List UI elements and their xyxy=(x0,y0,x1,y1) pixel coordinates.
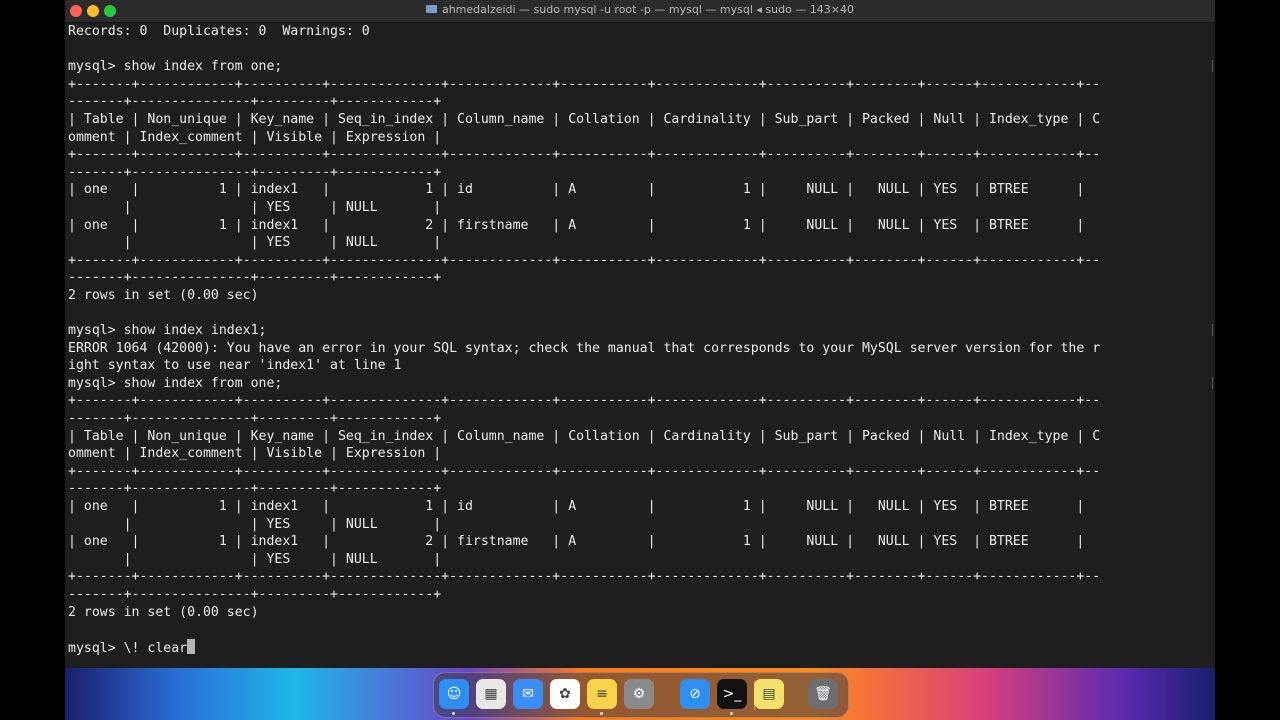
terminal-line: | | YES | NULL | xyxy=(68,551,442,567)
launchpad-icon[interactable]: ▦ xyxy=(476,679,506,709)
terminal-line: | | YES | NULL | xyxy=(68,235,442,251)
terminal-line: +-------+------------+----------+-------… xyxy=(68,76,1101,92)
safari-icon[interactable]: ⊘ xyxy=(680,679,710,709)
terminal-line: | | YES | NULL | xyxy=(68,199,442,215)
terminal-line: 2 rows in set (0.00 sec) xyxy=(68,604,259,620)
text-cursor xyxy=(187,638,196,654)
terminal-line: -------+---------------+---------+------… xyxy=(68,164,442,180)
terminal-line: ight syntax to use near 'index1' at line… xyxy=(68,358,402,374)
terminal-line: | one | 1 | index1 | 1 | id | A | 1 | NU… xyxy=(68,182,1101,198)
terminal-line: omment | Index_comment | Visible | Expre… xyxy=(68,446,442,462)
terminal-line: +-------+------------+----------+-------… xyxy=(68,463,1101,479)
terminal-line: | Table | Non_unique | Key_name | Seq_in… xyxy=(68,428,1101,444)
running-indicator xyxy=(730,712,733,715)
terminal-line: -------+---------------+---------+------… xyxy=(68,270,442,286)
terminal-line: +-------+------------+----------+-------… xyxy=(68,569,1101,585)
terminal-line: -------+---------------+---------+------… xyxy=(68,481,442,497)
terminal-line: mysql> show index index1; xyxy=(68,323,267,339)
stickies-icon[interactable]: ▤ xyxy=(754,679,784,709)
terminal-window: ahmedalzeidi — sudo mysql -u root -p — m… xyxy=(65,0,1215,668)
terminal-line: | one | 1 | index1 | 2 | firstname | A |… xyxy=(68,217,1101,233)
terminal-line: mysql> \! clear xyxy=(68,638,1212,657)
terminal-icon[interactable]: >_ xyxy=(717,679,747,709)
terminal-line: ERROR 1064 (42000): You have an error in… xyxy=(68,340,1101,356)
terminal-line: -------+---------------+---------+------… xyxy=(68,587,442,602)
notes-icon[interactable]: ≡ xyxy=(587,679,617,709)
terminal-line: +-------+------------+----------+-------… xyxy=(68,147,1101,163)
window-title: ahmedalzeidi — sudo mysql -u root -p — m… xyxy=(441,3,855,16)
window-title-area: ahmedalzeidi — sudo mysql -u root -p — m… xyxy=(65,3,1215,16)
running-indicator xyxy=(600,712,603,715)
terminal-line: +-------+------------+----------+-------… xyxy=(68,393,1101,409)
terminal-line: | one | 1 | index1 | 2 | firstname | A |… xyxy=(68,534,1101,550)
terminal-line: | Table | Non_unique | Key_name | Seq_in… xyxy=(68,111,1101,127)
dock: ☺ ▦ ✉ ✿ ≡ ⚙ ⊘ >_ ▤ 🗑 xyxy=(433,672,849,718)
folder-icon xyxy=(425,5,437,13)
terminal-line: mysql> show index from one; xyxy=(68,375,283,391)
running-indicator xyxy=(452,712,455,715)
window-titlebar[interactable]: ahmedalzeidi — sudo mysql -u root -p — m… xyxy=(65,0,1215,23)
terminal-line: | | YES | NULL | xyxy=(68,516,442,532)
trash-icon[interactable]: 🗑 xyxy=(808,679,838,709)
system-settings-icon[interactable]: ⚙ xyxy=(624,679,654,709)
terminal-line: +-------+------------+----------+-------… xyxy=(68,252,1101,268)
scroll-marker xyxy=(1212,324,1213,336)
scroll-marker xyxy=(1212,60,1213,72)
scroll-marker xyxy=(1212,377,1213,389)
mail-icon[interactable]: ✉ xyxy=(513,679,543,709)
terminal-line: -------+---------------+---------+------… xyxy=(68,94,442,110)
finder-icon[interactable]: ☺ xyxy=(439,679,469,709)
terminal-output[interactable]: Records: 0 Duplicates: 0 Warnings: 0 mysq… xyxy=(68,23,1212,663)
terminal-line: omment | Index_comment | Visible | Expre… xyxy=(68,129,442,145)
terminal-line: 2 rows in set (0.00 sec) xyxy=(68,287,259,303)
photos-icon[interactable]: ✿ xyxy=(550,679,580,709)
terminal-line: -------+---------------+---------+------… xyxy=(68,411,442,427)
terminal-line: mysql> show index from one; xyxy=(68,59,283,75)
terminal-line: | one | 1 | index1 | 1 | id | A | 1 | NU… xyxy=(68,499,1101,515)
terminal-line: Records: 0 Duplicates: 0 Warnings: 0 xyxy=(68,24,370,39)
